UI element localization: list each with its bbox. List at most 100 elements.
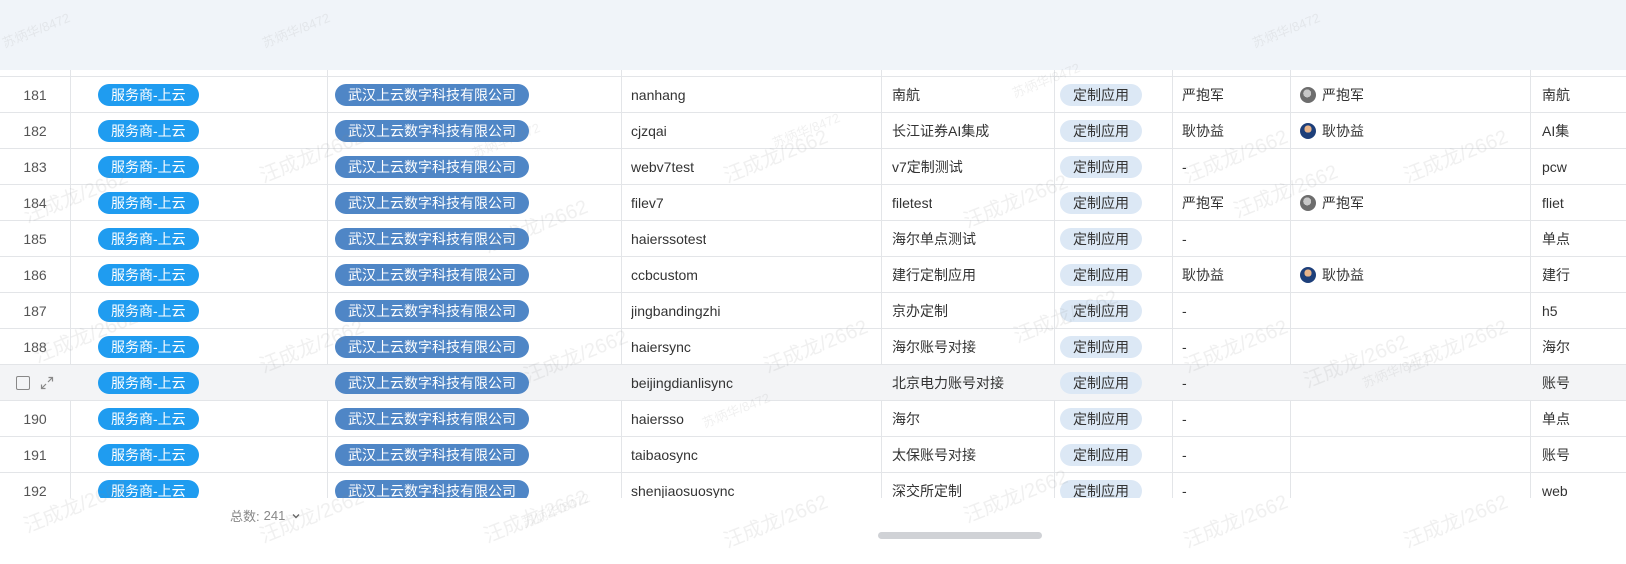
- app-code: webv7test: [631, 158, 695, 175]
- horizontal-scrollbar[interactable]: [878, 532, 1042, 539]
- company-tag: 武汉上云数字科技有限公司: [335, 119, 529, 142]
- type-tag-cell: 服务商-上云: [98, 77, 199, 112]
- kind-tag: 定制应用: [1060, 119, 1142, 142]
- type-tag-cell: 服务商-上云: [98, 293, 199, 328]
- row-number: 190: [23, 410, 47, 427]
- extra-cell: fliet: [1542, 194, 1564, 211]
- kind-tag-cell: 定制应用: [1060, 221, 1142, 256]
- app-code: jingbandingzhi: [631, 302, 721, 319]
- app-code: nanhang: [631, 86, 686, 103]
- type-tag: 服务商-上云: [98, 443, 199, 466]
- type-tag-cell: 服务商-上云: [98, 149, 199, 184]
- app-name: 建行定制应用: [892, 266, 976, 283]
- owner-name: -: [1182, 158, 1187, 175]
- company-tag: 武汉上云数字科技有限公司: [335, 443, 529, 466]
- app-name: 海尔: [892, 410, 920, 427]
- company-tag: 武汉上云数字科技有限公司: [335, 479, 529, 498]
- type-tag: 服务商-上云: [98, 191, 199, 214]
- app-name: v7定制测试: [892, 158, 963, 175]
- table-row[interactable]: 188 服务商-上云 武汉上云数字科技有限公司 haiersync 海尔账号对接…: [0, 329, 1626, 365]
- table-row[interactable]: 184 服务商-上云 武汉上云数字科技有限公司 filev7 filetest …: [0, 185, 1626, 221]
- top-header-bar: [0, 0, 1626, 70]
- total-count[interactable]: 总数: 241: [230, 506, 301, 525]
- total-value: 241: [263, 508, 286, 523]
- table-row[interactable]: 192 服务商-上云 武汉上云数字科技有限公司 shenjiaosuosync …: [0, 473, 1626, 498]
- chevron-down-icon[interactable]: [291, 511, 301, 521]
- row-number: 191: [23, 446, 47, 463]
- kind-tag: 定制应用: [1060, 299, 1142, 322]
- kind-tag-cell: 定制应用: [1060, 185, 1142, 220]
- company-tag: 武汉上云数字科技有限公司: [335, 263, 529, 286]
- kind-tag-cell: 定制应用: [1060, 113, 1142, 148]
- owner-name: -: [1182, 410, 1187, 427]
- owner-name: 耿协益: [1182, 122, 1224, 139]
- kind-tag: 定制应用: [1060, 263, 1142, 286]
- type-tag-cell: 服务商-上云: [98, 221, 199, 256]
- kind-tag-cell: 定制应用: [1060, 473, 1142, 498]
- owner-name: -: [1182, 338, 1187, 355]
- kind-tag-cell: 定制应用: [1060, 437, 1142, 472]
- row-number: 183: [23, 158, 47, 175]
- kind-tag-cell: 定制应用: [1060, 401, 1142, 436]
- company-tag-cell: 武汉上云数字科技有限公司: [335, 293, 529, 328]
- extra-cell: 南航: [1542, 86, 1570, 103]
- type-tag: 服务商-上云: [98, 263, 199, 286]
- owner-name: -: [1182, 230, 1187, 247]
- checkbox-icon[interactable]: [16, 375, 30, 390]
- company-tag: 武汉上云数字科技有限公司: [335, 299, 529, 322]
- app-name: 深交所定制: [892, 482, 962, 499]
- type-tag: 服务商-上云: [98, 299, 199, 322]
- company-tag-cell: 武汉上云数字科技有限公司: [335, 329, 529, 364]
- company-tag-cell: 武汉上云数字科技有限公司: [335, 77, 529, 112]
- app-code: cjzqai: [631, 122, 667, 139]
- extra-cell: 单点: [1542, 410, 1570, 427]
- extra-cell: 单点: [1542, 230, 1570, 247]
- type-tag-cell: 服务商-上云: [98, 329, 199, 364]
- total-label: 总数:: [230, 509, 260, 524]
- app-code: beijingdianlisync: [631, 374, 733, 391]
- owner-name: -: [1182, 302, 1187, 319]
- company-tag: 武汉上云数字科技有限公司: [335, 83, 529, 106]
- type-tag: 服务商-上云: [98, 479, 199, 498]
- type-tag: 服务商-上云: [98, 371, 199, 394]
- row-number: 188: [23, 338, 47, 355]
- app-code: haiersync: [631, 338, 691, 355]
- expand-icon[interactable]: [40, 376, 54, 390]
- table-row[interactable]: 181 服务商-上云 武汉上云数字科技有限公司 nanhang 南航 定制应用 …: [0, 77, 1626, 113]
- extra-cell: 建行: [1542, 266, 1570, 283]
- row-number: 182: [23, 122, 47, 139]
- table-row[interactable]: 191 服务商-上云 武汉上云数字科技有限公司 taibaosync 太保账号对…: [0, 437, 1626, 473]
- kind-tag-cell: 定制应用: [1060, 257, 1142, 292]
- user-cell: 严抱军: [1300, 185, 1364, 220]
- app-name: 南航: [892, 86, 920, 103]
- kind-tag: 定制应用: [1060, 443, 1142, 466]
- app-name: 海尔账号对接: [892, 338, 976, 355]
- table-row[interactable]: 187 服务商-上云 武汉上云数字科技有限公司 jingbandingzhi 京…: [0, 293, 1626, 329]
- extra-cell: 账号: [1542, 374, 1570, 391]
- company-tag: 武汉上云数字科技有限公司: [335, 155, 529, 178]
- app-code: ccbcustom: [631, 266, 698, 283]
- table-row[interactable]: 182 服务商-上云 武汉上云数字科技有限公司 cjzqai 长江证券AI集成 …: [0, 113, 1626, 149]
- table-row[interactable]: 190 服务商-上云 武汉上云数字科技有限公司 haiersso 海尔 定制应用…: [0, 401, 1626, 437]
- avatar: [1300, 122, 1316, 139]
- row-number: 186: [23, 266, 47, 283]
- extra-cell: 海尔: [1542, 338, 1570, 355]
- row-select-cell: [0, 365, 70, 400]
- table-row[interactable]: 服务商-上云 武汉上云数字科技有限公司 beijingdianlisync 北京…: [0, 365, 1626, 401]
- app-code: filev7: [631, 194, 664, 211]
- app-name: 长江证券AI集成: [892, 122, 990, 139]
- type-tag-cell: 服务商-上云: [98, 185, 199, 220]
- app-code: haierssotest: [631, 230, 707, 247]
- owner-name: 严抱军: [1182, 194, 1224, 211]
- company-tag: 武汉上云数字科技有限公司: [335, 407, 529, 430]
- table-row[interactable]: 183 服务商-上云 武汉上云数字科技有限公司 webv7test v7定制测试…: [0, 149, 1626, 185]
- type-tag-cell: 服务商-上云: [98, 437, 199, 472]
- user-name: 耿协益: [1322, 266, 1364, 283]
- kind-tag: 定制应用: [1060, 407, 1142, 430]
- company-tag-cell: 武汉上云数字科技有限公司: [335, 257, 529, 292]
- company-tag-cell: 武汉上云数字科技有限公司: [335, 113, 529, 148]
- kind-tag: 定制应用: [1060, 479, 1142, 498]
- table-row[interactable]: 185 服务商-上云 武汉上云数字科技有限公司 haierssotest 海尔单…: [0, 221, 1626, 257]
- company-tag-cell: 武汉上云数字科技有限公司: [335, 401, 529, 436]
- table-row[interactable]: 186 服务商-上云 武汉上云数字科技有限公司 ccbcustom 建行定制应用…: [0, 257, 1626, 293]
